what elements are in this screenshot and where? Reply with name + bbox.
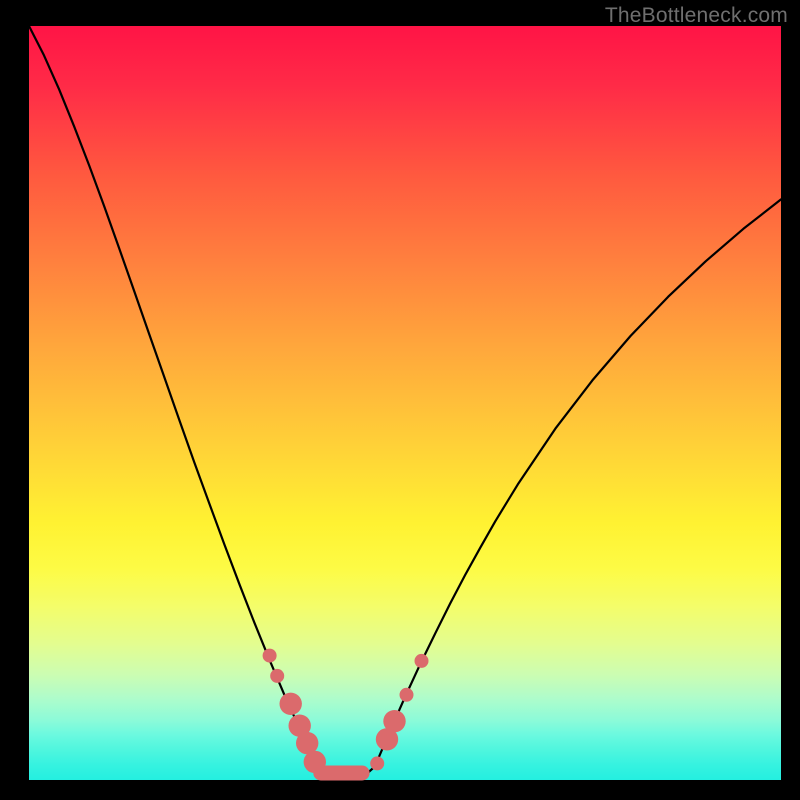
watermark-text: TheBottleneck.com — [605, 4, 788, 28]
data-markers — [263, 649, 429, 774]
data-marker — [383, 710, 405, 732]
data-marker — [370, 756, 384, 770]
chart-frame: TheBottleneck.com — [0, 0, 800, 800]
plot-area — [29, 26, 781, 780]
chart-svg — [29, 26, 781, 780]
data-marker — [270, 669, 284, 683]
data-marker — [263, 649, 277, 663]
data-marker — [280, 693, 302, 715]
bottleneck-curve — [29, 26, 781, 780]
data-marker — [400, 688, 414, 702]
data-marker — [415, 654, 429, 668]
